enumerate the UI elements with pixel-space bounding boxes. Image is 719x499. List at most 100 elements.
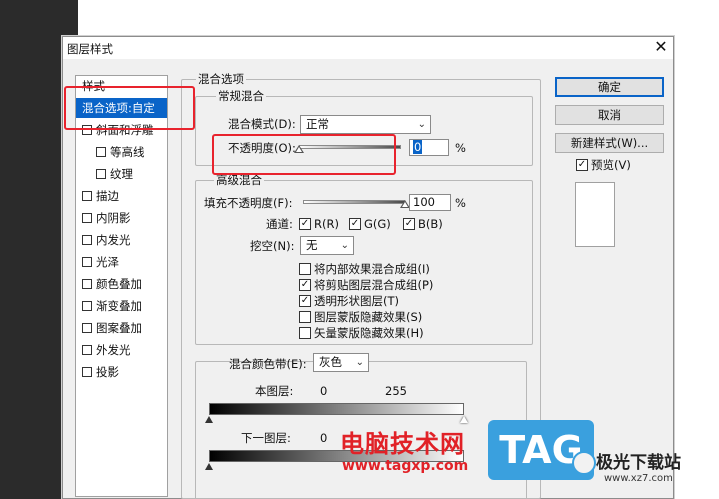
chevron-down-icon: ⌄ [340, 240, 349, 251]
style-checkbox[interactable] [82, 191, 92, 201]
style-item-label: 渐变叠加 [96, 299, 142, 313]
knockout-label: 挖空(N): [250, 239, 295, 253]
style-item-drop-shadow[interactable]: 投影 [76, 362, 167, 382]
style-item-label: 光泽 [96, 255, 119, 269]
opacity-input[interactable]: 0 [409, 139, 449, 156]
option-label: 透明形状图层(T) [314, 294, 399, 308]
style-checkbox[interactable] [82, 345, 92, 355]
blend-mode-value: 正常 [306, 117, 329, 131]
style-checkbox[interactable] [96, 147, 106, 157]
opacity-slider-track[interactable] [299, 145, 401, 149]
style-item-label: 投影 [96, 365, 119, 379]
style-item-texture[interactable]: 纹理 [76, 164, 167, 184]
style-item-label: 混合选项:自定 [82, 101, 155, 115]
preview-label: 预览(V) [591, 158, 631, 172]
style-checkbox[interactable] [82, 323, 92, 333]
this-layer-label: 本图层: [255, 384, 294, 398]
general-blending-title: 常规混合 [216, 89, 266, 103]
style-item-bevel-emboss[interactable]: 斜面和浮雕 [76, 120, 167, 140]
this-layer-white-thumb[interactable] [460, 416, 468, 423]
ok-button[interactable]: 确定 [555, 77, 664, 97]
style-item-label: 斜面和浮雕 [96, 123, 154, 137]
fill-opacity-input[interactable]: 100 [409, 194, 451, 211]
opacity-slider-thumb[interactable] [294, 145, 304, 153]
checkbox-box [299, 263, 311, 275]
opacity-percent: % [455, 141, 466, 155]
checkbox-box [299, 327, 311, 339]
style-item-label: 颜色叠加 [96, 277, 142, 291]
channel-r-label: R(R) [314, 217, 339, 231]
style-item-gradient-overlay[interactable]: 渐变叠加 [76, 296, 167, 316]
this-layer-gradient [209, 403, 464, 415]
fill-opacity-slider-track[interactable] [303, 200, 405, 204]
blend-if-label: 混合颜色带(E): [229, 357, 307, 371]
checkmark-icon: ✓ [576, 159, 588, 171]
style-checkbox[interactable] [82, 279, 92, 289]
option-label: 将内部效果混合成组(I) [314, 262, 430, 276]
blend-mode-label: 混合模式(D): [228, 117, 296, 131]
style-item-satin[interactable]: 光泽 [76, 252, 167, 272]
style-item-label: 内阴影 [96, 211, 131, 225]
style-checkbox[interactable] [96, 169, 106, 179]
blend-if-select[interactable]: 灰色 ⌄ [313, 353, 369, 372]
blend-if-value: 灰色 [319, 355, 342, 369]
underlying-layer-label: 下一图层: [241, 431, 291, 445]
checkbox-box [299, 311, 311, 323]
style-item-stroke[interactable]: 描边 [76, 186, 167, 206]
fill-opacity-label: 填充不透明度(F): [204, 196, 293, 210]
channels-label: 通道: [266, 217, 293, 231]
style-item-color-overlay[interactable]: 颜色叠加 [76, 274, 167, 294]
dialog-titlebar: 图层样式 ✕ [63, 37, 673, 59]
chevron-down-icon: ⌄ [355, 357, 364, 368]
option-label: 将剪贴图层混合成组(P) [314, 278, 434, 292]
styles-header[interactable]: 样式 [76, 76, 167, 96]
blend-options-title: 混合选项 [196, 72, 246, 86]
style-checkbox[interactable] [82, 367, 92, 377]
checkmark-icon: ✓ [403, 218, 415, 230]
watermark-xz-name: 极光下载站 [596, 453, 681, 473]
watermark-aurora-icon [572, 451, 596, 475]
style-checkbox[interactable] [82, 235, 92, 245]
style-preview-swatch [575, 182, 615, 247]
style-item-pattern-overlay[interactable]: 图案叠加 [76, 318, 167, 338]
style-item-label: 内发光 [96, 233, 131, 247]
fill-opacity-value: 100 [413, 195, 435, 209]
underlying-layer-min: 0 [320, 431, 328, 445]
checkmark-icon: ✓ [299, 218, 311, 230]
style-item-blend-options[interactable]: 混合选项:自定 [76, 98, 167, 118]
style-item-label: 纹理 [110, 167, 133, 181]
style-item-outer-glow[interactable]: 外发光 [76, 340, 167, 360]
close-icon[interactable]: ✕ [652, 38, 670, 56]
underlying-black-thumb[interactable] [205, 463, 213, 470]
style-checkbox[interactable] [82, 257, 92, 267]
checkmark-icon: ✓ [299, 295, 311, 307]
option-label: 图层蒙版隐藏效果(S) [314, 310, 423, 324]
style-item-label: 等高线 [110, 145, 145, 159]
new-style-button[interactable]: 新建样式(W)... [555, 133, 664, 153]
style-item-label: 外发光 [96, 343, 131, 357]
this-layer-max: 255 [385, 384, 407, 398]
watermark-site-name: 电脑技术网 [340, 430, 465, 458]
opacity-label: 不透明度(O): [228, 141, 296, 155]
fill-opacity-percent: % [455, 196, 466, 210]
checkmark-icon: ✓ [349, 218, 361, 230]
styles-list: 样式 混合选项:自定 斜面和浮雕 等高线 纹理 描边 内阴影 内发光 光泽 颜色… [75, 75, 168, 497]
blend-mode-select[interactable]: 正常 ⌄ [300, 115, 431, 134]
knockout-select[interactable]: 无 ⌄ [300, 236, 354, 255]
style-item-inner-shadow[interactable]: 内阴影 [76, 208, 167, 228]
style-checkbox[interactable] [82, 213, 92, 223]
style-item-label: 描边 [96, 189, 119, 203]
style-item-label: 图案叠加 [96, 321, 142, 335]
cancel-button[interactable]: 取消 [555, 105, 664, 125]
styles-header-label: 样式 [82, 79, 105, 93]
style-checkbox[interactable] [82, 301, 92, 311]
style-item-inner-glow[interactable]: 内发光 [76, 230, 167, 250]
style-checkbox[interactable] [82, 125, 92, 135]
this-layer-min: 0 [320, 384, 328, 398]
checkmark-icon: ✓ [299, 279, 311, 291]
knockout-value: 无 [306, 238, 318, 252]
this-layer-black-thumb[interactable] [205, 416, 213, 423]
style-item-contour[interactable]: 等高线 [76, 142, 167, 162]
watermark-site-url: www.tagxp.com [342, 458, 469, 474]
opacity-value: 0 [413, 140, 423, 154]
